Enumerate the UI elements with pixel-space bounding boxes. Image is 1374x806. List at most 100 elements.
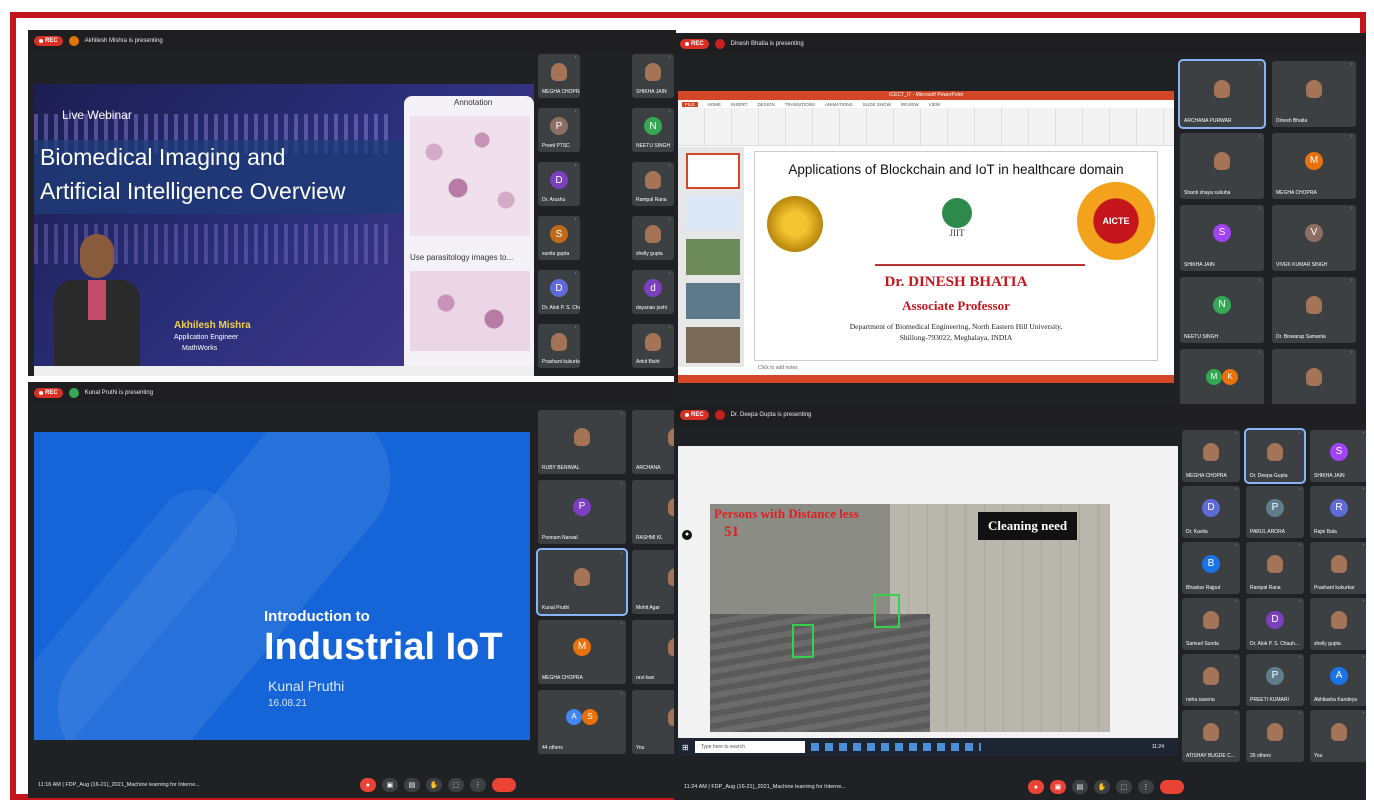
participant-tile[interactable]: ʼYou: [632, 690, 676, 754]
camera-button[interactable]: ▣: [381, 778, 398, 792]
participant-name: Samuel Sunda: [1186, 641, 1219, 647]
participant-tile[interactable]: M ʼ MEGHA CHOPRA: [538, 620, 626, 684]
participant-name: MEGHA CHOPRA: [542, 89, 580, 95]
cleaning-label: Cleaning need: [978, 512, 1078, 540]
participant-tile[interactable]: ʼ ATISHAY BUGDE C...: [1182, 710, 1240, 762]
participant-tile[interactable]: A S ʼ 44 others: [538, 690, 626, 754]
participant-tile[interactable]: N ʼ NEETU SINGH: [632, 108, 674, 152]
participant-name: 26 others: [1250, 753, 1271, 759]
ppt-tab[interactable]: INSERT: [731, 102, 747, 107]
participant-tile[interactable]: ʼ MEGHA CHOPRA: [1182, 430, 1240, 482]
camera-off-button[interactable]: ▣: [1049, 780, 1066, 794]
aicte-label: AICTE: [1102, 216, 1130, 226]
ppt-tab[interactable]: DESIGN: [757, 102, 774, 107]
participant-tile[interactable]: ʼ Rampal Rana: [1246, 542, 1304, 594]
captions-button[interactable]: ▤: [403, 778, 420, 792]
raise-hand-button[interactable]: ✋: [425, 778, 442, 792]
more-options-button[interactable]: ⋮: [469, 778, 486, 792]
participant-tile[interactable]: ʼ Prashant kukurkar: [1310, 542, 1366, 594]
participant-tile[interactable]: ʼ SHIKHA JAIN: [632, 54, 674, 98]
participant-tile[interactable]: ʼARCHANA: [632, 410, 676, 474]
participant-tile[interactable]: N ʼ NEETU SINGH: [1180, 277, 1264, 343]
participant-name: ATISHAY BUGDE C...: [1186, 753, 1235, 759]
participant-tile[interactable]: ʼ Shanti shaya sukuha: [1180, 133, 1264, 199]
participant-tile[interactable]: ʼ Prashant kukurkar: [538, 324, 580, 368]
windows-start-icon[interactable]: ⊞: [682, 743, 689, 752]
raise-hand-button[interactable]: ✋: [1093, 780, 1110, 794]
mic-off-button[interactable]: ●: [359, 778, 376, 792]
ppt-tab[interactable]: SLIDE SHOW: [863, 102, 891, 107]
participant-tile[interactable]: V ʼ VIVEK KUMAR SINGH: [1272, 205, 1356, 271]
participant-tile[interactable]: S ʼ SHIKHA JAIN: [1310, 430, 1366, 482]
participant-tile[interactable]: ʼ Dinesh Bhatia: [1272, 61, 1356, 127]
dept-line2: Shillong-793022, Meghalaya, INDIA: [899, 333, 1013, 342]
ppt-ribbon: [678, 108, 1174, 146]
participant-tile[interactable]: ʼ neha saxena: [1182, 654, 1240, 706]
participant-tile[interactable]: ʼ Dr. Biswarup Samanta: [1272, 277, 1356, 343]
ppt-tab[interactable]: ANIMATIONS: [825, 102, 853, 107]
participant-tile[interactable]: ʼ ARCHANA PURWAR: [1178, 59, 1266, 129]
ppt-tab[interactable]: HOME: [708, 102, 722, 107]
taskbar-search[interactable]: Type here to search: [694, 741, 805, 753]
participant-name: You: [636, 745, 645, 751]
participant-tile[interactable]: ʼ Ankit Bisht: [632, 324, 674, 368]
presenter-avatar: [68, 388, 79, 398]
present-button[interactable]: ⬚: [1115, 780, 1132, 794]
ppt-tab[interactable]: TRANSITIONS: [785, 102, 815, 107]
participant-tile[interactable]: d ʼ dayanan joshi: [632, 270, 674, 314]
webinar-badge: Live Webinar: [62, 108, 132, 122]
participant-tile[interactable]: A ʼ Abhilasha Kandeya: [1310, 654, 1366, 706]
participant-tile[interactable]: D ʼ Dr. Arushu: [538, 162, 580, 206]
mic-off-button[interactable]: ●: [1027, 780, 1044, 794]
participant-tile[interactable]: ʼ RUBY BENIWAL: [538, 410, 626, 474]
slide-thumb-1[interactable]: [686, 153, 740, 189]
slide-thumb-2[interactable]: [686, 195, 740, 231]
mic-muted-icon: ʼ: [668, 327, 670, 333]
participant-tile[interactable]: ʼ MEGHA CHOPRA: [538, 54, 580, 98]
participant-tile[interactable]: M ʼ MEGHA CHOPRA: [1272, 133, 1356, 199]
mic-muted-icon: ʼ: [1234, 713, 1236, 719]
participant-tile[interactable]: ʼ Dr. Deepa Gupta: [1244, 428, 1306, 484]
participant-tile[interactable]: ʼYou: [1272, 349, 1356, 409]
participant-tile[interactable]: P ʼ PARUL ARORA: [1246, 486, 1304, 538]
participant-tile[interactable]: D ʼ Dr. Kavita: [1182, 486, 1240, 538]
more-options-button[interactable]: ⋮: [1137, 780, 1154, 794]
participant-tile[interactable]: ʼYou: [1310, 710, 1366, 762]
participant-tile[interactable]: R ʼ Rajni Bala: [1310, 486, 1366, 538]
ppt-tab[interactable]: REVIEW: [901, 102, 919, 107]
present-button[interactable]: ⬚: [447, 778, 464, 792]
participant-tile[interactable]: B ʼ Bhaskar Rajput: [1182, 542, 1240, 594]
participant-tile[interactable]: ʼMohit Agar: [632, 550, 676, 614]
participant-tile[interactable]: ʼ Samuel Sunda: [1182, 598, 1240, 650]
participant-tile[interactable]: ʼ Kunal Pruthi: [536, 548, 628, 616]
participant-tile[interactable]: MKʼ40 others: [1180, 349, 1264, 409]
participant-tile[interactable]: S ʼ sunita gupta: [538, 216, 580, 260]
participant-tile[interactable]: S ʼ SHIKHA JAIN: [1180, 205, 1264, 271]
speaker-shirt: [88, 280, 106, 320]
participant-tile[interactable]: P ʼ PREETI KUMARI: [1246, 654, 1304, 706]
leave-call-button[interactable]: [1159, 780, 1184, 794]
ppt-tab[interactable]: FILE: [682, 101, 698, 107]
participant-tile[interactable]: P ʼ Poonam Narwal: [538, 480, 626, 544]
participant-tile[interactable]: ʼ shelly gupta: [632, 216, 674, 260]
avatar-initial: M: [1305, 151, 1323, 170]
slide-thumb-4[interactable]: [686, 283, 740, 319]
avatar-initial: M: [573, 637, 591, 656]
participant-tile[interactable]: ʼRASHMI KL: [632, 480, 676, 544]
participant-tile[interactable]: ʼ 26 others: [1246, 710, 1304, 762]
participant-name: Prashant kukurkar: [542, 359, 580, 365]
ppt-tab[interactable]: VIEW: [929, 102, 941, 107]
slide-thumb-5[interactable]: [686, 327, 740, 363]
leave-call-button[interactable]: [491, 778, 516, 792]
participant-tile[interactable]: ʼ Rampal Rana: [632, 162, 674, 206]
participant-tile[interactable]: DʼDr. Alok P. S. Chauh...: [538, 270, 580, 314]
mic-muted-icon: ʼ: [1350, 136, 1352, 142]
screen-pin-icon[interactable]: ●: [682, 530, 692, 540]
captions-button[interactable]: ▤: [1071, 780, 1088, 794]
participant-tile[interactable]: P ʼ Preeti PTSC: [538, 108, 580, 152]
participant-tile[interactable]: DʼDr. Alok P. S. Chauh...: [1246, 598, 1304, 650]
ppt-notes[interactable]: Click to add notes: [758, 365, 798, 371]
participant-tile[interactable]: ʼravi kavi: [632, 620, 676, 684]
slide-thumb-3[interactable]: [686, 239, 740, 275]
participant-tile[interactable]: ʼ shelly gupta: [1310, 598, 1366, 650]
